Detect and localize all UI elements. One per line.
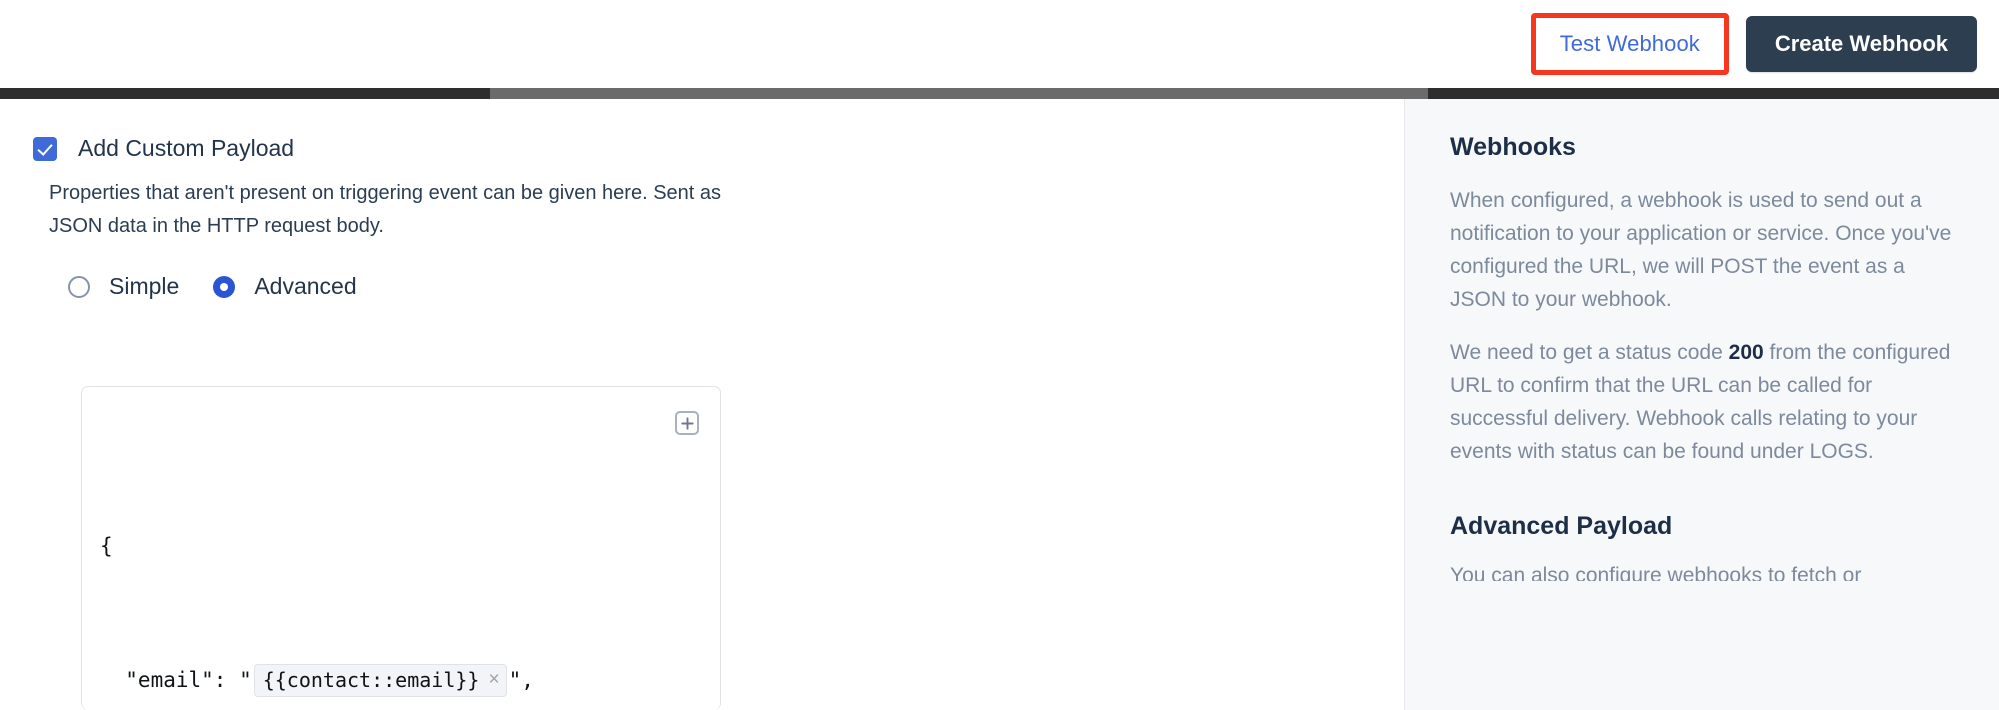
- create-webhook-button[interactable]: Create Webhook: [1745, 16, 1977, 72]
- page-header: Test Webhook Create Webhook: [0, 0, 1999, 88]
- sidebar-paragraph-3: You can also configure webhooks to fetch…: [1450, 564, 1862, 581]
- help-sidebar: Webhooks When configured, a webhook is u…: [1404, 99, 1999, 710]
- merge-tag-chip-email[interactable]: {{contact::email}} ×: [253, 663, 507, 697]
- payload-mode-radio-group: Simple Advanced: [68, 273, 1404, 300]
- payload-code-editor[interactable]: { "email": " {{contact::email}} × ", "da…: [81, 386, 721, 710]
- code-text: {: [100, 533, 113, 558]
- horizontal-scrollbar-track[interactable]: [0, 88, 1999, 99]
- code-line: {: [100, 530, 720, 564]
- status-code-value: 200: [1728, 341, 1764, 364]
- sidebar-title: Webhooks: [1450, 133, 1576, 161]
- remove-chip-icon[interactable]: ×: [488, 670, 499, 689]
- radio-simple-label[interactable]: Simple: [109, 273, 179, 300]
- add-custom-payload-checkbox[interactable]: [33, 136, 57, 161]
- code-line: "email": " {{contact::email}} × ",: [100, 663, 720, 698]
- horizontal-scrollbar-thumb[interactable]: [490, 88, 1428, 99]
- add-custom-payload-row[interactable]: Add Custom Payload: [33, 135, 1404, 162]
- page-body: Add Custom Payload Properties that aren'…: [0, 99, 1999, 710]
- custom-payload-helper-text: Properties that aren't present on trigge…: [49, 182, 722, 237]
- header-actions: Test Webhook Create Webhook: [1530, 13, 1977, 75]
- test-webhook-button[interactable]: Test Webhook: [1560, 31, 1700, 57]
- code-text: ",: [508, 667, 534, 692]
- merge-tag-chip-label: {{contact::email}}: [262, 667, 480, 692]
- test-webhook-highlight-ring: Test Webhook: [1530, 13, 1729, 75]
- code-content[interactable]: { "email": " {{contact::email}} × ", "da…: [82, 429, 720, 710]
- radio-advanced[interactable]: [213, 275, 236, 298]
- sidebar-paragraph-2-pre: We need to get a status code: [1450, 341, 1729, 364]
- sidebar-paragraph-1: When configured, a webhook is used to se…: [1450, 189, 1952, 311]
- add-custom-payload-label: Add Custom Payload: [78, 135, 295, 161]
- main-content-column: Add Custom Payload Properties that aren'…: [0, 99, 1404, 710]
- webhook-settings-screen: Test Webhook Create Webhook Add Custom P…: [0, 0, 1999, 710]
- code-text: "email": ": [100, 667, 252, 692]
- sidebar-section-title-advanced-payload: Advanced Payload: [1450, 512, 1673, 540]
- plus-square-icon[interactable]: [675, 411, 699, 435]
- sidebar-paragraph-2: We need to get a status code 200 from th…: [1450, 336, 1959, 468]
- radio-advanced-label[interactable]: Advanced: [254, 273, 356, 300]
- radio-simple[interactable]: [68, 275, 90, 298]
